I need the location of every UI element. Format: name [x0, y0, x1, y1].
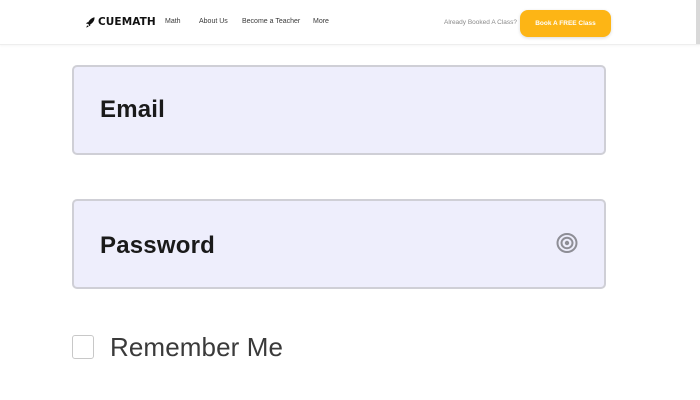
scrollbar-edge: [696, 0, 700, 44]
remember-me-row[interactable]: Remember Me: [72, 331, 283, 363]
email-label: Email: [100, 96, 166, 123]
book-free-class-button[interactable]: Book A FREE Class: [520, 10, 611, 37]
login-page: CUEMATH Math About Us Become a Teacher M…: [0, 0, 700, 400]
nav-link-about-us[interactable]: About Us: [199, 17, 228, 27]
nav-link-more[interactable]: More: [313, 17, 329, 27]
password-field[interactable]: Password: [72, 199, 606, 289]
remember-me-label[interactable]: Remember Me: [110, 331, 283, 363]
book-free-class-label: Book A FREE Class: [535, 20, 596, 27]
logo-text: CUEMATH: [98, 16, 156, 28]
email-field[interactable]: Email: [72, 65, 606, 155]
nav-link-become-a-teacher[interactable]: Become a Teacher: [242, 17, 300, 27]
logo[interactable]: CUEMATH: [86, 15, 156, 29]
remember-me-checkbox[interactable]: [72, 335, 94, 359]
eye-icon[interactable]: [556, 232, 578, 254]
already-booked-link[interactable]: Already Booked A Class?: [444, 18, 517, 28]
nav-link-math[interactable]: Math: [165, 17, 181, 27]
password-label: Password: [100, 232, 215, 259]
top-navigation-bar: CUEMATH Math About Us Become a Teacher M…: [0, 0, 700, 45]
rocket-icon: [86, 16, 95, 28]
